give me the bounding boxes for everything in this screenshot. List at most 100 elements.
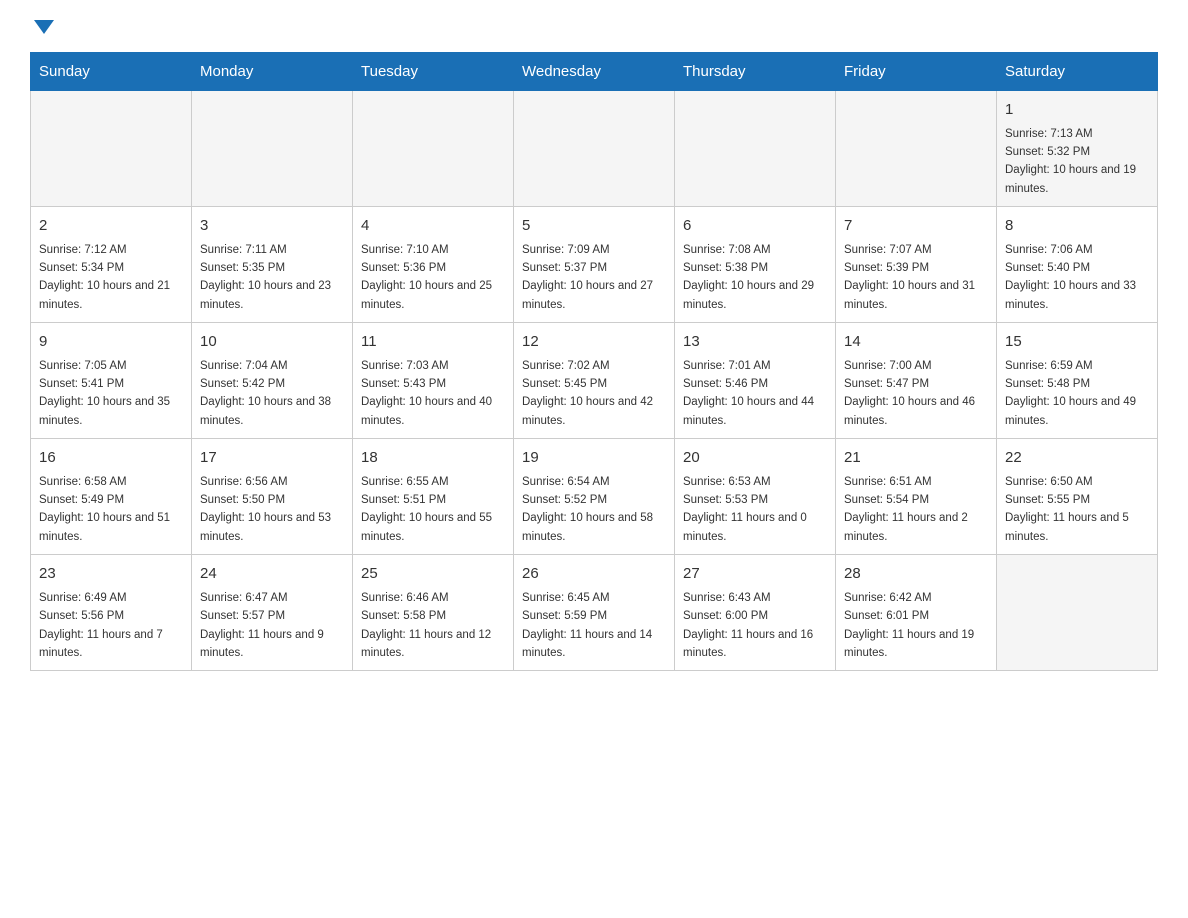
calendar-day-cell: 17 Sunrise: 6:56 AMSunset: 5:50 PMDayligh…: [192, 439, 353, 555]
day-info: Sunrise: 6:45 AMSunset: 5:59 PMDaylight:…: [522, 589, 666, 663]
calendar-day-cell: 22 Sunrise: 6:50 AMSunset: 5:55 PMDayligh…: [997, 439, 1158, 555]
day-of-week-header: Wednesday: [514, 53, 675, 91]
day-info: Sunrise: 6:43 AMSunset: 6:00 PMDaylight:…: [683, 589, 827, 663]
day-info: Sunrise: 6:59 AMSunset: 5:48 PMDaylight:…: [1005, 357, 1149, 431]
calendar-week-row: 9 Sunrise: 7:05 AMSunset: 5:41 PMDaylight…: [31, 323, 1158, 439]
calendar-day-cell: 5 Sunrise: 7:09 AMSunset: 5:37 PMDaylight…: [514, 207, 675, 323]
day-info: Sunrise: 6:42 AMSunset: 6:01 PMDaylight:…: [844, 589, 988, 663]
calendar-table: SundayMondayTuesdayWednesdayThursdayFrid…: [30, 52, 1158, 671]
day-info: Sunrise: 7:10 AMSunset: 5:36 PMDaylight:…: [361, 241, 505, 315]
day-info: Sunrise: 6:47 AMSunset: 5:57 PMDaylight:…: [200, 589, 344, 663]
day-info: Sunrise: 7:13 AMSunset: 5:32 PMDaylight:…: [1005, 125, 1149, 199]
logo: [30, 20, 54, 32]
day-of-week-header: Sunday: [31, 53, 192, 91]
day-number: 10: [200, 331, 344, 354]
day-of-week-header: Saturday: [997, 53, 1158, 91]
day-of-week-header: Friday: [836, 53, 997, 91]
calendar-day-cell: 18 Sunrise: 6:55 AMSunset: 5:51 PMDayligh…: [353, 439, 514, 555]
calendar-day-cell: 12 Sunrise: 7:02 AMSunset: 5:45 PMDayligh…: [514, 323, 675, 439]
page-header: [30, 20, 1158, 32]
day-number: 3: [200, 215, 344, 238]
day-info: Sunrise: 6:56 AMSunset: 5:50 PMDaylight:…: [200, 473, 344, 547]
calendar-day-cell: 25 Sunrise: 6:46 AMSunset: 5:58 PMDayligh…: [353, 555, 514, 671]
day-number: 27: [683, 563, 827, 586]
day-number: 18: [361, 447, 505, 470]
day-info: Sunrise: 6:55 AMSunset: 5:51 PMDaylight:…: [361, 473, 505, 547]
day-number: 20: [683, 447, 827, 470]
day-number: 19: [522, 447, 666, 470]
calendar-day-cell: [514, 91, 675, 207]
day-info: Sunrise: 7:05 AMSunset: 5:41 PMDaylight:…: [39, 357, 183, 431]
calendar-week-row: 23 Sunrise: 6:49 AMSunset: 5:56 PMDayligh…: [31, 555, 1158, 671]
calendar-day-cell: 24 Sunrise: 6:47 AMSunset: 5:57 PMDayligh…: [192, 555, 353, 671]
calendar-day-cell: 10 Sunrise: 7:04 AMSunset: 5:42 PMDayligh…: [192, 323, 353, 439]
calendar-day-cell: 3 Sunrise: 7:11 AMSunset: 5:35 PMDaylight…: [192, 207, 353, 323]
calendar-day-cell: [192, 91, 353, 207]
calendar-day-cell: [997, 555, 1158, 671]
calendar-day-cell: 1Sunrise: 7:13 AMSunset: 5:32 PMDaylight…: [997, 91, 1158, 207]
calendar-day-cell: 19 Sunrise: 6:54 AMSunset: 5:52 PMDayligh…: [514, 439, 675, 555]
day-of-week-header: Tuesday: [353, 53, 514, 91]
calendar-day-cell: 2Sunrise: 7:12 AMSunset: 5:34 PMDaylight…: [31, 207, 192, 323]
logo-arrow-icon: [34, 20, 54, 34]
day-of-week-header: Thursday: [675, 53, 836, 91]
day-info: Sunrise: 7:04 AMSunset: 5:42 PMDaylight:…: [200, 357, 344, 431]
day-info: Sunrise: 7:06 AMSunset: 5:40 PMDaylight:…: [1005, 241, 1149, 315]
day-number: 17: [200, 447, 344, 470]
calendar-day-cell: 6 Sunrise: 7:08 AMSunset: 5:38 PMDaylight…: [675, 207, 836, 323]
day-number: 15: [1005, 331, 1149, 354]
day-info: Sunrise: 6:58 AMSunset: 5:49 PMDaylight:…: [39, 473, 183, 547]
calendar-day-cell: [353, 91, 514, 207]
day-number: 12: [522, 331, 666, 354]
day-number: 6: [683, 215, 827, 238]
calendar-day-cell: 9 Sunrise: 7:05 AMSunset: 5:41 PMDaylight…: [31, 323, 192, 439]
day-info: Sunrise: 7:01 AMSunset: 5:46 PMDaylight:…: [683, 357, 827, 431]
logo-general: [30, 20, 54, 32]
day-number: 4: [361, 215, 505, 238]
day-number: 22: [1005, 447, 1149, 470]
calendar-day-cell: 11 Sunrise: 7:03 AMSunset: 5:43 PMDayligh…: [353, 323, 514, 439]
calendar-week-row: 16Sunrise: 6:58 AMSunset: 5:49 PMDayligh…: [31, 439, 1158, 555]
calendar-day-cell: 16Sunrise: 6:58 AMSunset: 5:49 PMDayligh…: [31, 439, 192, 555]
day-number: 11: [361, 331, 505, 354]
day-info: Sunrise: 7:07 AMSunset: 5:39 PMDaylight:…: [844, 241, 988, 315]
day-info: Sunrise: 6:49 AMSunset: 5:56 PMDaylight:…: [39, 589, 183, 663]
day-number: 23: [39, 563, 183, 586]
calendar-day-cell: [31, 91, 192, 207]
day-number: 24: [200, 563, 344, 586]
day-info: Sunrise: 7:00 AMSunset: 5:47 PMDaylight:…: [844, 357, 988, 431]
day-number: 28: [844, 563, 988, 586]
calendar-day-cell: 13 Sunrise: 7:01 AMSunset: 5:46 PMDayligh…: [675, 323, 836, 439]
calendar-week-row: 1Sunrise: 7:13 AMSunset: 5:32 PMDaylight…: [31, 91, 1158, 207]
calendar-week-row: 2Sunrise: 7:12 AMSunset: 5:34 PMDaylight…: [31, 207, 1158, 323]
day-number: 21: [844, 447, 988, 470]
day-info: Sunrise: 7:11 AMSunset: 5:35 PMDaylight:…: [200, 241, 344, 315]
calendar-day-cell: 23 Sunrise: 6:49 AMSunset: 5:56 PMDayligh…: [31, 555, 192, 671]
day-info: Sunrise: 6:54 AMSunset: 5:52 PMDaylight:…: [522, 473, 666, 547]
day-info: Sunrise: 7:08 AMSunset: 5:38 PMDaylight:…: [683, 241, 827, 315]
day-number: 8: [1005, 215, 1149, 238]
day-info: Sunrise: 7:09 AMSunset: 5:37 PMDaylight:…: [522, 241, 666, 315]
day-info: Sunrise: 7:02 AMSunset: 5:45 PMDaylight:…: [522, 357, 666, 431]
day-number: 7: [844, 215, 988, 238]
day-number: 5: [522, 215, 666, 238]
calendar-day-cell: 28 Sunrise: 6:42 AMSunset: 6:01 PMDayligh…: [836, 555, 997, 671]
calendar-header-row: SundayMondayTuesdayWednesdayThursdayFrid…: [31, 53, 1158, 91]
day-number: 25: [361, 563, 505, 586]
calendar-day-cell: 27 Sunrise: 6:43 AMSunset: 6:00 PMDayligh…: [675, 555, 836, 671]
day-number: 26: [522, 563, 666, 586]
calendar-day-cell: 15 Sunrise: 6:59 AMSunset: 5:48 PMDayligh…: [997, 323, 1158, 439]
calendar-day-cell: 7 Sunrise: 7:07 AMSunset: 5:39 PMDaylight…: [836, 207, 997, 323]
day-info: Sunrise: 6:53 AMSunset: 5:53 PMDaylight:…: [683, 473, 827, 547]
day-info: Sunrise: 6:50 AMSunset: 5:55 PMDaylight:…: [1005, 473, 1149, 547]
day-info: Sunrise: 6:46 AMSunset: 5:58 PMDaylight:…: [361, 589, 505, 663]
day-number: 9: [39, 331, 183, 354]
calendar-day-cell: 26 Sunrise: 6:45 AMSunset: 5:59 PMDayligh…: [514, 555, 675, 671]
calendar-day-cell: [675, 91, 836, 207]
day-info: Sunrise: 7:12 AMSunset: 5:34 PMDaylight:…: [39, 241, 183, 315]
day-info: Sunrise: 6:51 AMSunset: 5:54 PMDaylight:…: [844, 473, 988, 547]
day-info: Sunrise: 7:03 AMSunset: 5:43 PMDaylight:…: [361, 357, 505, 431]
calendar-day-cell: 4 Sunrise: 7:10 AMSunset: 5:36 PMDaylight…: [353, 207, 514, 323]
day-number: 13: [683, 331, 827, 354]
calendar-day-cell: 21 Sunrise: 6:51 AMSunset: 5:54 PMDayligh…: [836, 439, 997, 555]
